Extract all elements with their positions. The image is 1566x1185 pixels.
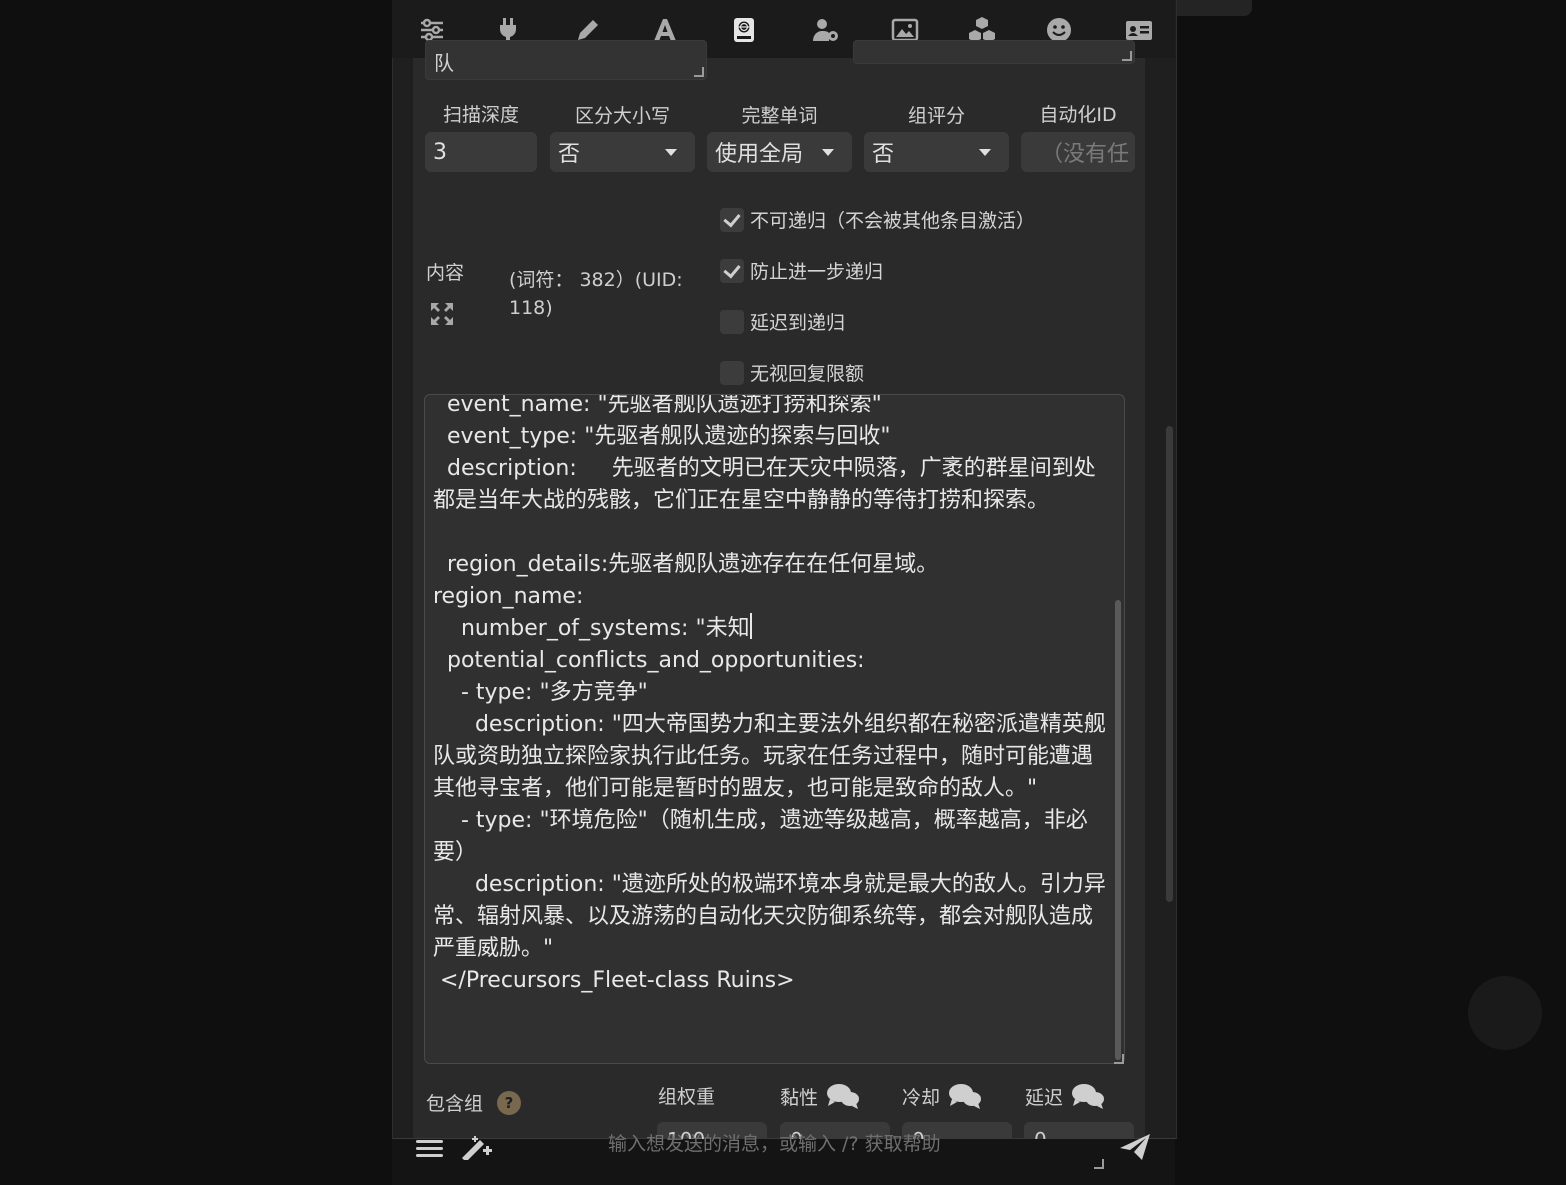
content-textarea[interactable]: event_name: "先驱者舰队遗迹打捞和探索" event_type: "…	[424, 394, 1125, 1064]
automation-id-input[interactable]: （没有任	[1021, 132, 1135, 172]
token-uid-meta: (词符： 382）(UID: 118)	[509, 269, 683, 319]
automation-id-label: 自动化ID	[1039, 104, 1117, 126]
textarea-value: 队	[434, 51, 454, 75]
editor-scrollbar[interactable]	[1115, 600, 1121, 1060]
case-sensitive-value: 否	[558, 142, 581, 167]
book-atlas-icon[interactable]	[728, 14, 760, 46]
content-before-cursor: event_name: "先驱者舰队遗迹打捞和探索" event_type: "…	[433, 394, 1096, 641]
content-after-cursor: potential_conflicts_and_opportunities: -…	[433, 648, 1106, 993]
checkbox-label: 不可递归（不会被其他条目激活）	[750, 210, 1036, 232]
scan-depth-value: 3	[433, 139, 447, 165]
sticky-label: 黏性	[780, 1082, 860, 1110]
checkbox-label: 延迟到递归	[750, 312, 846, 334]
resize-handle[interactable]	[1122, 51, 1132, 61]
checkbox-box[interactable]	[720, 258, 744, 283]
help-icon[interactable]: ?	[497, 1090, 522, 1115]
case-sensitive-select[interactable]: 否	[550, 132, 695, 172]
panel-scrollbar[interactable]	[1166, 426, 1173, 902]
comments-icon	[949, 1084, 982, 1109]
keywords-textarea[interactable]	[853, 40, 1135, 64]
delay-text: 延迟	[1025, 1086, 1064, 1109]
send-textarea[interactable]: 输入想发送的消息，或输入 /? 获取帮助	[608, 1129, 941, 1156]
include-groups-text: 包含组	[426, 1093, 484, 1115]
user-gear-icon[interactable]	[810, 14, 842, 46]
checkbox-label: 无视回复限额	[750, 363, 865, 385]
sticky-text: 黏性	[780, 1086, 819, 1109]
send-icon[interactable]	[1118, 1132, 1152, 1166]
resize-handle[interactable]	[694, 67, 704, 77]
chevron-down-icon	[979, 149, 991, 156]
non-recursable-checkbox[interactable]: 不可递归（不会被其他条目激活）	[720, 206, 1035, 233]
floating-action-button[interactable]	[1468, 976, 1542, 1050]
cooldown-text: 冷却	[902, 1086, 941, 1109]
comments-icon	[827, 1084, 860, 1109]
automation-id-placeholder: （没有任	[1041, 142, 1130, 167]
chevron-down-icon	[665, 149, 677, 156]
content-text: event_name: "先驱者舰队遗迹打捞和探索" event_type: "…	[425, 394, 1124, 997]
magic-wand-icon[interactable]	[460, 1134, 494, 1164]
group-weight-text: 组权重	[658, 1086, 716, 1108]
whole-words-value: 使用全局	[715, 142, 804, 167]
cooldown-label: 冷却	[902, 1082, 982, 1110]
group-weight-label: 组权重	[658, 1082, 715, 1109]
scan-depth-label: 扫描深度	[442, 104, 519, 126]
checkbox-box[interactable]	[720, 309, 744, 334]
send-resize-handle[interactable]	[1094, 1159, 1104, 1169]
comments-icon	[1072, 1084, 1105, 1109]
whole-words-select[interactable]: 使用全局	[707, 132, 852, 172]
include-groups-label: 包含组?	[426, 1089, 522, 1116]
options-menu-icon[interactable]	[416, 1138, 444, 1162]
group-scoring-select[interactable]: 否	[864, 132, 1009, 172]
ignore-budget-checkbox[interactable]: 无视回复限额	[720, 359, 864, 386]
case-sensitive-label: 区分大小写	[574, 105, 670, 127]
editor-resize-handle[interactable]	[1114, 1054, 1124, 1064]
delay-until-recursion-checkbox[interactable]: 延迟到递归	[720, 308, 845, 335]
chevron-down-icon	[822, 149, 834, 156]
checkbox-box[interactable]	[720, 360, 744, 385]
prevent-recursion-checkbox[interactable]: 防止进一步递归	[720, 257, 883, 284]
checkbox-box[interactable]	[720, 207, 744, 232]
secondary-keys-textarea[interactable]: 队	[425, 40, 707, 80]
scan-depth-input[interactable]: 3	[425, 132, 537, 172]
text-cursor	[749, 613, 752, 639]
whole-words-label: 完整单词	[741, 105, 818, 127]
delay-label: 延迟	[1025, 1082, 1105, 1110]
group-scoring-value: 否	[872, 142, 895, 167]
content-label: 内容	[426, 262, 465, 284]
expand-icon[interactable]	[430, 302, 454, 326]
checkbox-label: 防止进一步递归	[750, 261, 884, 283]
group-scoring-label: 组评分	[907, 105, 965, 127]
